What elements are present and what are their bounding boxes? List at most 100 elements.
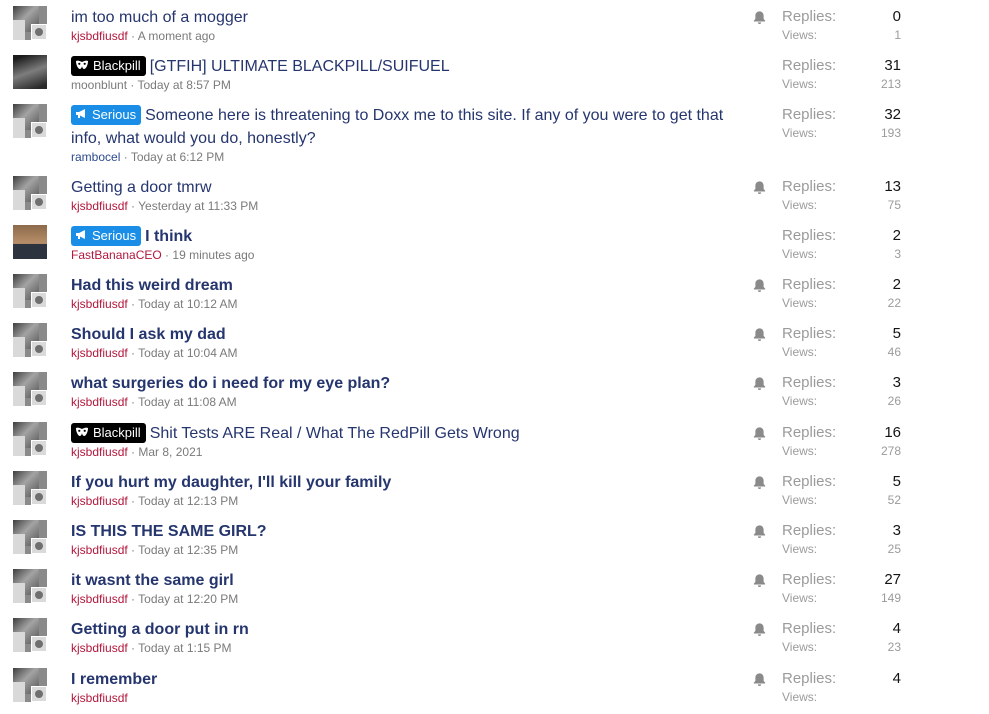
thread-author[interactable]: kjsbdfiusdf (71, 592, 128, 606)
avatar[interactable] (13, 274, 47, 308)
replies-label: Replies: (782, 325, 837, 342)
meta-separator: · (127, 29, 138, 43)
thread-time[interactable]: Mar 8, 2021 (138, 445, 202, 459)
thread-time[interactable]: Today at 8:57 PM (138, 78, 231, 92)
views-label: Views: (782, 640, 818, 654)
avatar[interactable] (13, 372, 47, 406)
views-label: Views: (782, 493, 818, 507)
thread-title[interactable]: im too much of a mogger (71, 6, 741, 29)
thread-time[interactable]: 19 minutes ago (172, 248, 254, 262)
avatar[interactable] (13, 176, 47, 210)
views-label: Views: (782, 77, 818, 91)
thread-title-text[interactable]: I remember (71, 671, 157, 688)
thread-title[interactable]: Blackpill [GTFIH] ULTIMATE BLACKPILL/SUIF… (71, 55, 741, 78)
thread-title-text[interactable]: it wasnt the same girl (71, 572, 234, 589)
thread-time[interactable]: Today at 6:12 PM (131, 150, 224, 164)
thread-title[interactable]: Should I ask my dad (71, 323, 741, 346)
avatar[interactable] (13, 6, 47, 40)
bell-icon[interactable] (752, 622, 768, 638)
bell-icon[interactable] (752, 376, 768, 392)
thread-title[interactable]: IS THIS THE SAME GIRL? (71, 520, 741, 543)
thread-prefix-label: Blackpill (93, 425, 141, 440)
avatar-image-detail (13, 534, 25, 554)
thread-time[interactable]: Today at 11:08 AM (138, 395, 237, 409)
thread-title-text[interactable]: Getting a door put in rn (71, 621, 249, 638)
thread-author[interactable]: kjsbdfiusdf (71, 395, 128, 409)
thread-title-text[interactable]: Getting a door tmrw (71, 179, 212, 196)
thread-time[interactable]: Yesterday at 11:33 PM (138, 199, 258, 213)
thread-author[interactable]: FastBananaCEO (71, 248, 162, 262)
replies-count: 5 (892, 473, 901, 490)
bell-icon[interactable] (752, 475, 768, 491)
thread-title[interactable]: If you hurt my daughter, I'll kill your … (71, 471, 741, 494)
thread-author[interactable]: kjsbdfiusdf (71, 199, 128, 213)
avatar[interactable] (13, 520, 47, 554)
thread-title-text[interactable]: IS THIS THE SAME GIRL? (71, 523, 267, 540)
thread-title[interactable]: Had this weird dream (71, 274, 741, 297)
thread-author[interactable]: kjsbdfiusdf (71, 494, 128, 508)
replies-count: 27 (884, 571, 901, 588)
thread-time[interactable]: Today at 12:35 PM (138, 543, 238, 557)
avatar[interactable] (13, 422, 47, 456)
avatar[interactable] (13, 668, 47, 702)
thread-title[interactable]: Blackpill Shit Tests ARE Real / What The … (71, 422, 741, 445)
avatar[interactable] (13, 471, 47, 505)
bell-icon[interactable] (752, 278, 768, 294)
thread-time[interactable]: Today at 10:12 AM (138, 297, 237, 311)
thread-author[interactable]: kjsbdfiusdf (71, 297, 128, 311)
thread-title-text[interactable]: Should I ask my dad (71, 326, 226, 343)
thread-title-text[interactable]: I think (145, 228, 192, 245)
avatar[interactable] (13, 569, 47, 603)
bell-icon[interactable] (752, 573, 768, 589)
thread-title-text[interactable]: If you hurt my daughter, I'll kill your … (71, 474, 391, 491)
thread-prefix[interactable]: Serious (71, 105, 142, 125)
bell-icon[interactable] (752, 524, 768, 540)
thread-title[interactable]: Serious Someone here is threatening to Do… (71, 104, 741, 150)
thread-author[interactable]: kjsbdfiusdf (71, 346, 128, 360)
thread-title-text[interactable]: Someone here is threatening to Doxx me t… (71, 107, 723, 147)
thread-author[interactable]: kjsbdfiusdf (71, 445, 128, 459)
thread-prefix[interactable]: Blackpill (71, 423, 146, 443)
replies-count: 31 (884, 57, 901, 74)
avatar-badge (31, 538, 47, 554)
thread-prefix[interactable]: Serious (71, 226, 142, 246)
thread-meta: kjsbdfiusdf · Today at 12:13 PM (71, 493, 238, 509)
avatar[interactable] (13, 618, 47, 652)
thread-time[interactable]: Today at 1:15 PM (138, 641, 231, 655)
meta-separator: · (127, 494, 139, 508)
bell-icon[interactable] (752, 327, 768, 343)
avatar[interactable] (13, 323, 47, 357)
thread-title-text[interactable]: [GTFIH] ULTIMATE BLACKPILL/SUIFUEL (150, 58, 450, 75)
thread-title[interactable]: it wasnt the same girl (71, 569, 741, 592)
avatar[interactable] (13, 55, 47, 89)
thread-time[interactable]: Today at 12:13 PM (138, 494, 238, 508)
views-count: 149 (880, 591, 901, 605)
thread-time[interactable]: Today at 10:04 AM (138, 346, 237, 360)
thread-author[interactable]: moonblunt (71, 78, 127, 92)
thread-prefix[interactable]: Blackpill (71, 56, 146, 76)
thread-author[interactable]: kjsbdfiusdf (71, 29, 128, 43)
thread-title[interactable]: I remember (71, 668, 741, 691)
thread-author[interactable]: kjsbdfiusdf (71, 543, 128, 557)
thread-title[interactable]: Serious I think (71, 225, 741, 248)
thread-time[interactable]: A moment ago (138, 29, 215, 43)
thread-title[interactable]: Getting a door put in rn (71, 618, 741, 641)
bell-icon[interactable] (752, 426, 768, 442)
avatar[interactable] (13, 225, 47, 259)
avatar-image-detail (13, 288, 25, 308)
avatar-badge (31, 587, 47, 603)
bell-icon[interactable] (752, 180, 768, 196)
thread-title[interactable]: Getting a door tmrw (71, 176, 741, 199)
thread-title-text[interactable]: what surgeries do i need for my eye plan… (71, 375, 390, 392)
thread-author[interactable]: kjsbdfiusdf (71, 691, 128, 705)
thread-title-text[interactable]: im too much of a mogger (71, 9, 248, 26)
thread-title[interactable]: what surgeries do i need for my eye plan… (71, 372, 741, 395)
bell-icon[interactable] (752, 672, 768, 688)
bell-icon[interactable] (752, 10, 768, 26)
avatar[interactable] (13, 104, 47, 138)
thread-author[interactable]: kjsbdfiusdf (71, 641, 128, 655)
thread-author[interactable]: rambocel (71, 150, 120, 164)
thread-title-text[interactable]: Had this weird dream (71, 277, 233, 294)
thread-title-text[interactable]: Shit Tests ARE Real / What The RedPill G… (150, 425, 520, 442)
thread-time[interactable]: Today at 12:20 PM (138, 592, 238, 606)
